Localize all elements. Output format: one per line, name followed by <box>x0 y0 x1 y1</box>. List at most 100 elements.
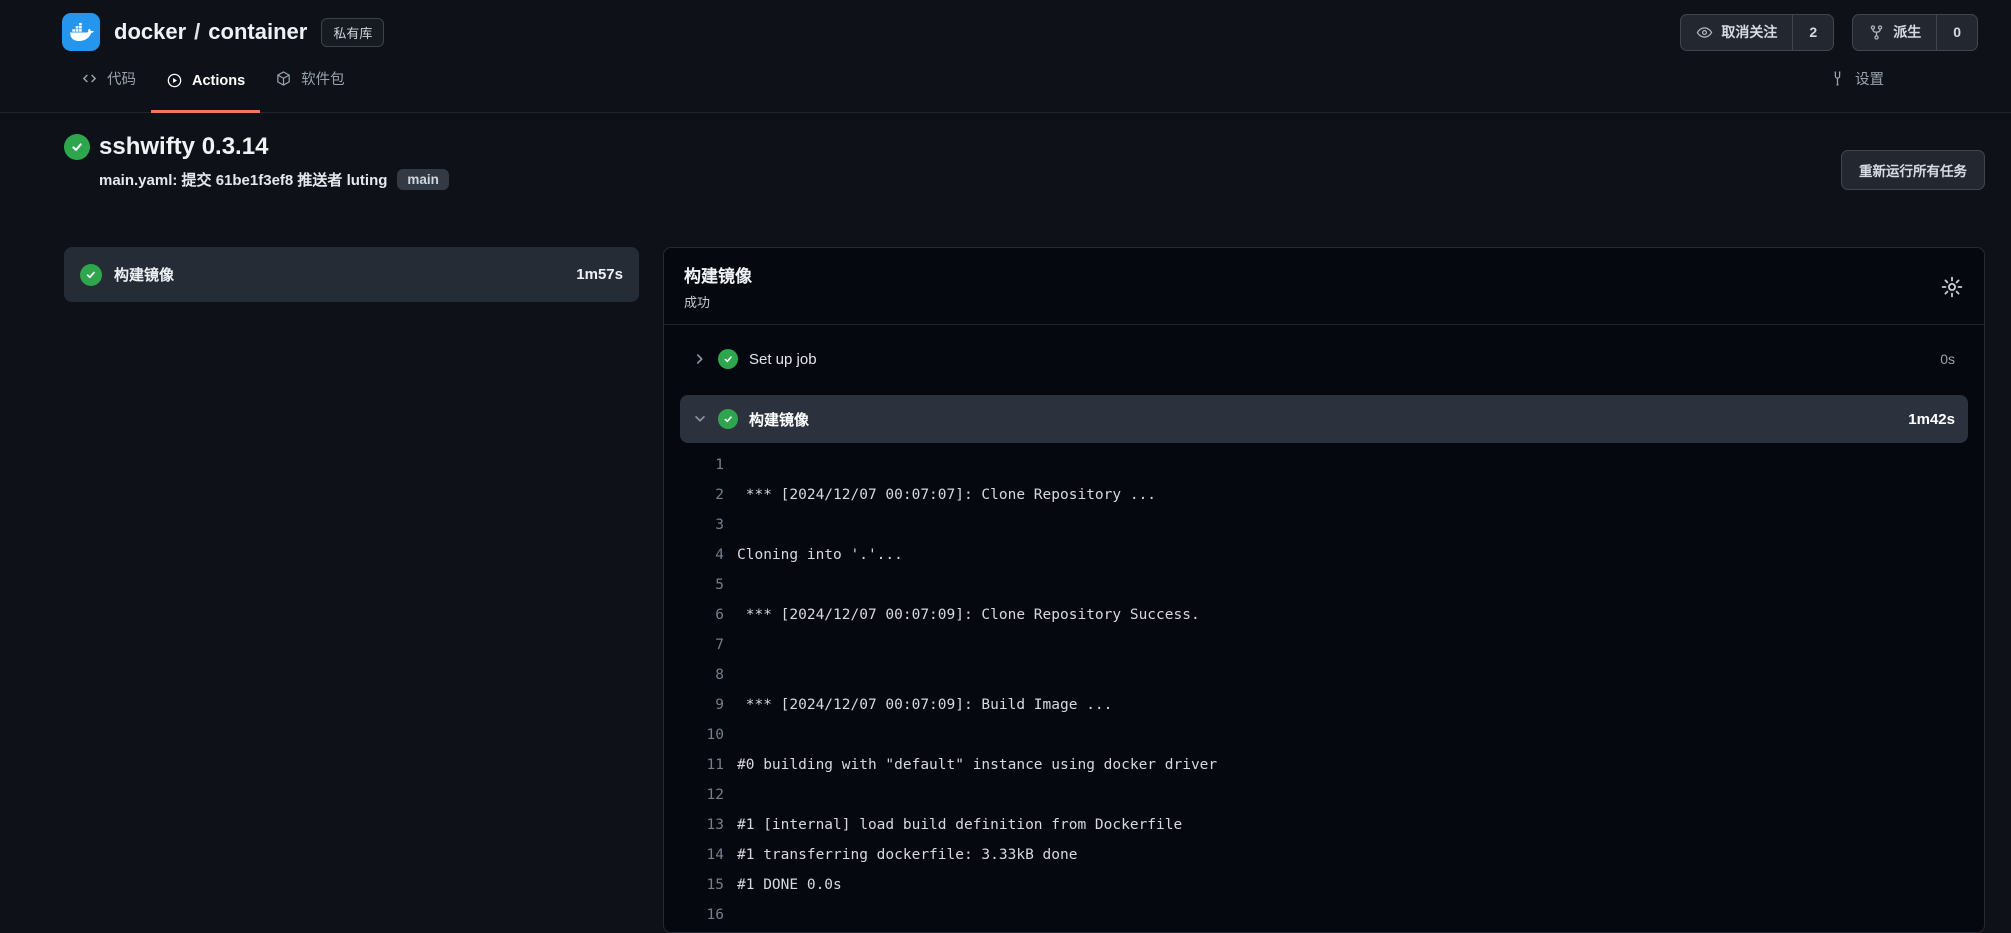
job-panel-titles: 构建镜像 成功 <box>684 262 752 311</box>
job-success-icon <box>80 264 102 286</box>
log-line: 10 <box>680 720 1968 750</box>
tab-packages[interactable]: 软件包 <box>260 60 360 113</box>
unwatch-button[interactable]: 取消关注 2 <box>1680 14 1834 51</box>
repo-title-separator: / <box>194 19 200 45</box>
tab-packages-label: 软件包 <box>301 68 345 89</box>
repo-header-actions: 取消关注 2 派生 0 <box>1680 14 1978 51</box>
tab-actions[interactable]: Actions <box>151 64 260 113</box>
play-circle-icon <box>166 72 183 89</box>
step-success-icon <box>718 409 738 429</box>
run-main: 构建镜像 1m57s 构建镜像 成功 <box>0 190 2011 933</box>
log-line-text: *** [2024/12/07 00:07:07]: Clone Reposit… <box>737 480 1156 510</box>
watchers-count[interactable]: 2 <box>1792 15 1833 50</box>
fork-button[interactable]: 派生 0 <box>1852 14 1978 51</box>
log-line-number[interactable]: 8 <box>680 660 724 690</box>
run-success-icon <box>64 134 90 160</box>
job-log-panel: 构建镜像 成功 Set <box>663 247 1985 933</box>
log-line: 15 #1 DONE 0.0s <box>680 870 1968 900</box>
step-duration: 1m42s <box>1908 411 1955 428</box>
log-line: 16 <box>680 900 1968 930</box>
run-header: sshwifty 0.3.14 main.yaml: 提交 61be1f3ef8… <box>0 113 2011 190</box>
log-line: 4 Cloning into '.'... <box>680 540 1968 570</box>
log-line-number[interactable]: 10 <box>680 720 724 750</box>
private-repo-badge: 私有库 <box>321 18 384 47</box>
log-line-number[interactable]: 11 <box>680 750 724 780</box>
log-line-number[interactable]: 1 <box>680 450 724 480</box>
job-status-text: 成功 <box>684 292 752 311</box>
log-line: 6 *** [2024/12/07 00:07:09]: Clone Repos… <box>680 600 1968 630</box>
tab-settings-label: 设置 <box>1855 68 1884 89</box>
eye-icon <box>1696 24 1713 41</box>
log-line-text: #1 [internal] load build definition from… <box>737 810 1182 840</box>
job-panel-header: 构建镜像 成功 <box>664 248 1984 325</box>
log-line-text: #1 DONE 0.0s <box>737 870 842 900</box>
step-name: 构建镜像 <box>749 409 809 430</box>
log-line: 7 <box>680 630 1968 660</box>
log-line-number[interactable]: 14 <box>680 840 724 870</box>
log-line-number[interactable]: 2 <box>680 480 724 510</box>
repo-name-link[interactable]: container <box>208 19 307 45</box>
tab-settings[interactable]: 设置 <box>1814 60 1899 113</box>
fork-label: 派生 <box>1893 22 1921 42</box>
run-header-left: sshwifty 0.3.14 main.yaml: 提交 61be1f3ef8… <box>64 133 449 190</box>
step-duration: 0s <box>1940 351 1955 367</box>
repo-owner-link[interactable]: docker <box>114 19 186 45</box>
job-options-button[interactable] <box>1940 275 1964 299</box>
log-line-number[interactable]: 3 <box>680 510 724 540</box>
chevron-down-icon <box>693 412 707 426</box>
log-line-text: Cloning into '.'... <box>737 540 903 570</box>
log-line-number[interactable]: 13 <box>680 810 724 840</box>
unwatch-label-area[interactable]: 取消关注 <box>1681 15 1792 50</box>
forks-count[interactable]: 0 <box>1936 15 1977 50</box>
gear-icon <box>1940 275 1964 299</box>
commit-info-text[interactable]: main.yaml: 提交 61be1f3ef8 推送者 luting <box>99 169 387 190</box>
log-line-text: #0 building with "default" instance usin… <box>737 750 1217 780</box>
fork-icon <box>1868 24 1885 41</box>
log-line-number[interactable]: 16 <box>680 900 724 930</box>
repo-header: docker / container 私有库 取消关注 2 <box>0 0 2011 51</box>
log-line-number[interactable]: 15 <box>680 870 724 900</box>
tab-code-label: 代码 <box>107 68 136 89</box>
job-item-build-image[interactable]: 构建镜像 1m57s <box>64 247 639 302</box>
log-line: 8 <box>680 660 1968 690</box>
log-line-number[interactable]: 7 <box>680 630 724 660</box>
repo-tab-bar: 代码 Actions 软件包 设置 <box>0 60 2011 113</box>
log-line: 12 <box>680 780 1968 810</box>
unwatch-label: 取消关注 <box>1721 22 1777 42</box>
step-success-icon <box>718 349 738 369</box>
log-line-number[interactable]: 12 <box>680 780 724 810</box>
rerun-all-jobs-button[interactable]: 重新运行所有任务 <box>1841 150 1985 190</box>
log-line-number[interactable]: 9 <box>680 690 724 720</box>
log-line: 14 #1 transferring dockerfile: 3.33kB don… <box>680 840 1968 870</box>
fork-label-area[interactable]: 派生 <box>1853 15 1936 50</box>
branch-badge[interactable]: main <box>397 169 449 190</box>
docker-avatar[interactable] <box>62 13 100 51</box>
step-name: Set up job <box>749 351 817 368</box>
step-setup-job[interactable]: Set up job 0s <box>680 335 1968 383</box>
chevron-right-icon <box>693 352 707 366</box>
repo-title: docker / container <box>114 19 307 45</box>
log-lines: 12 *** [2024/12/07 00:07:07]: Clone Repo… <box>680 443 1968 932</box>
jobs-sidebar: 构建镜像 1m57s <box>64 247 639 933</box>
log-line-text: *** [2024/12/07 00:07:09]: Build Image .… <box>737 690 1112 720</box>
job-panel-title: 构建镜像 <box>684 262 752 287</box>
log-line-number[interactable]: 4 <box>680 540 724 570</box>
log-line-text: *** [2024/12/07 00:07:09]: Clone Reposit… <box>737 600 1200 630</box>
actions-run-page: docker / container 私有库 取消关注 2 <box>0 0 2011 933</box>
run-commit-info: main.yaml: 提交 61be1f3ef8 推送者 luting main <box>99 169 449 190</box>
log-line: 2 *** [2024/12/07 00:07:07]: Clone Repos… <box>680 480 1968 510</box>
tab-actions-label: Actions <box>192 73 245 89</box>
step-build-image[interactable]: 构建镜像 1m42s <box>680 395 1968 443</box>
run-title: sshwifty 0.3.14 <box>99 133 268 161</box>
log-line-number[interactable]: 5 <box>680 570 724 600</box>
job-name: 构建镜像 <box>114 264 564 285</box>
docker-whale-icon <box>68 19 94 45</box>
tab-code[interactable]: 代码 <box>66 60 151 113</box>
log-line-text: #1 transferring dockerfile: 3.33kB done <box>737 840 1077 870</box>
log-line: 5 <box>680 570 1968 600</box>
package-icon <box>275 70 292 87</box>
code-icon <box>81 70 98 87</box>
log-line: 13 #1 [internal] load build definition fr… <box>680 810 1968 840</box>
log-line-number[interactable]: 6 <box>680 600 724 630</box>
steps-list: Set up job 0s 构建镜像 1m42s 12 *** [2024/12… <box>664 325 1984 932</box>
